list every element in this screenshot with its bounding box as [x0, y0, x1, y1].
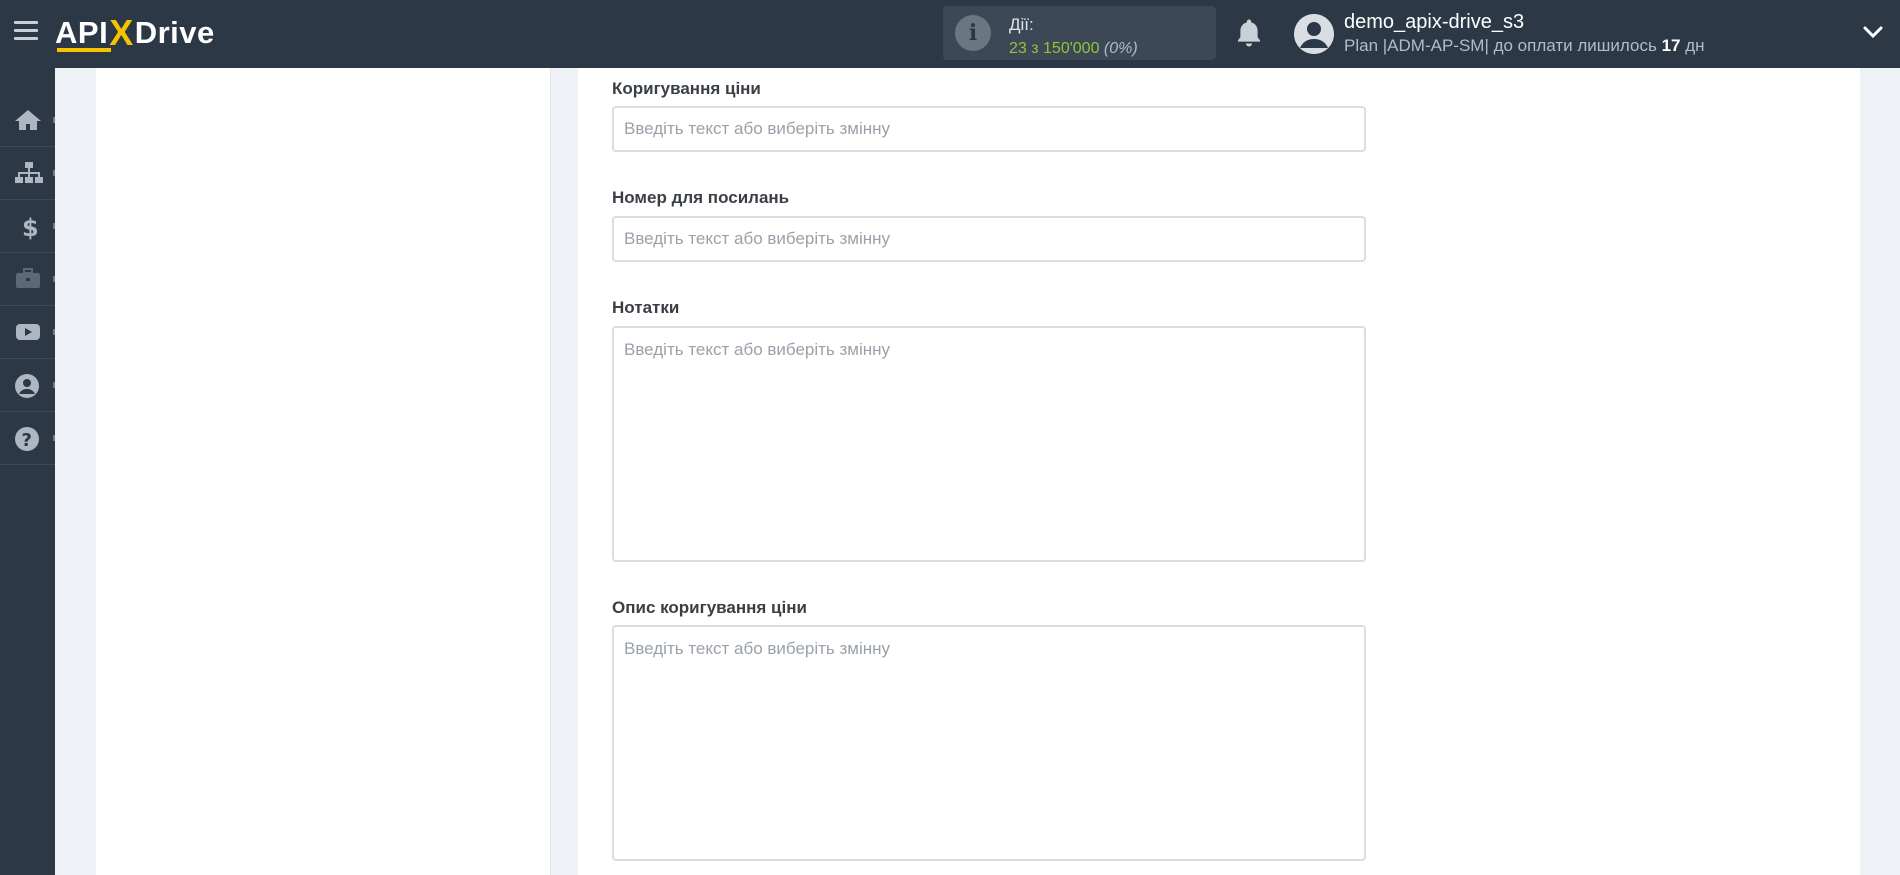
actions-counter[interactable]: i Дії: 23 з 150'000 (0%) [943, 6, 1216, 60]
actions-count-value: 23 з 150'000 [1009, 40, 1100, 57]
logo-drive-text: Drive [134, 15, 215, 50]
logo-underline [57, 48, 111, 52]
svg-text:?: ? [22, 430, 32, 451]
question-icon: ? [15, 427, 39, 451]
chevron-down-icon[interactable] [1862, 24, 1884, 40]
sidebar-item-home[interactable] [0, 94, 55, 147]
field-label-price-adjustment: Коригування ціни [612, 79, 761, 98]
plan-days-unit: дн [1685, 36, 1705, 55]
sidebar-tick [53, 382, 55, 388]
sidebar: $ ? [0, 68, 55, 875]
sidebar-tick [53, 170, 55, 176]
top-bar: API X Drive i Дії: 23 з 150'000 (0%) demo_… [0, 0, 1900, 68]
plan-text: Plan |ADM-AP-SM| до оплати лишилось [1344, 36, 1657, 55]
bell-icon[interactable] [1234, 17, 1264, 49]
actions-percent: (0%) [1103, 40, 1138, 57]
input-placeholder: Введіть текст або виберіть змінну [624, 119, 891, 138]
notes-textarea[interactable]: Введіть текст або виберіть змінну [612, 326, 1366, 562]
price-adjustment-description-textarea[interactable]: Введіть текст або виберіть змінну [612, 625, 1366, 861]
reference-number-input[interactable]: Введіть текст або виберіть змінну [612, 216, 1366, 262]
sidebar-item-connections[interactable] [0, 147, 55, 200]
actions-count: 23 з 150'000 (0%) [1009, 40, 1138, 58]
sidebar-tick [53, 223, 55, 229]
user-circle-icon [15, 374, 39, 398]
svg-text:$: $ [22, 214, 39, 240]
sitemap-icon [15, 162, 43, 183]
hamburger-menu-icon[interactable] [14, 21, 38, 41]
username[interactable]: demo_apix-drive_s3 [1344, 11, 1524, 34]
sidebar-tick [53, 329, 55, 335]
info-icon: i [955, 15, 991, 51]
sidebar-item-services[interactable] [0, 253, 55, 306]
actions-title: Дії: [1009, 15, 1034, 34]
input-placeholder: Введіть текст або виберіть змінну [624, 639, 891, 658]
field-label-reference-number: Номер для посилань [612, 188, 790, 207]
logo-x-text: X [109, 12, 134, 53]
sidebar-item-account[interactable] [0, 359, 55, 412]
sidebar-item-help[interactable]: ? [0, 412, 55, 465]
left-panel [96, 68, 551, 875]
input-placeholder: Введіть текст або виберіть змінну [624, 229, 891, 248]
sidebar-tick [53, 117, 55, 123]
logo-api-text: API [55, 15, 109, 50]
field-label-price-adjustment-description: Опис коригування ціни [612, 598, 807, 617]
user-avatar[interactable] [1294, 14, 1334, 54]
youtube-icon [16, 324, 40, 340]
briefcase-icon [16, 268, 40, 288]
sidebar-tick [53, 276, 55, 282]
dollar-icon: $ [22, 214, 39, 240]
sidebar-item-video[interactable] [0, 306, 55, 359]
apixdrive-logo[interactable]: API X Drive [55, 10, 215, 56]
sidebar-tick [53, 435, 55, 441]
input-placeholder: Введіть текст або виберіть змінну [624, 340, 891, 359]
price-adjustment-input[interactable]: Введіть текст або виберіть змінну [612, 106, 1366, 152]
home-icon [15, 110, 41, 130]
sidebar-item-billing[interactable]: $ [0, 200, 55, 253]
user-icon [1294, 14, 1334, 54]
field-label-notes: Нотатки [612, 298, 680, 317]
plan-days: 17 [1661, 36, 1681, 55]
plan-info: Plan |ADM-AP-SM| до оплати лишилось 17 д… [1344, 36, 1705, 56]
